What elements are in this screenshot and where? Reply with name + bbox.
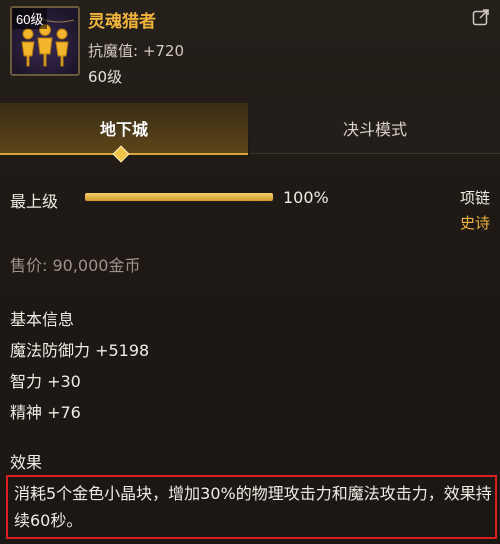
tab-dungeon-label: 地下城 (99, 120, 148, 139)
upgrade-progress-text: 100% (283, 188, 329, 207)
rarity-label: 史诗 (460, 214, 491, 232)
stat-line: 智力 +30 (10, 372, 81, 391)
upgrade-level-label: 最上级 (10, 192, 59, 211)
mode-tabs: 地下城 决斗模式 (0, 103, 500, 163)
upgrade-progress-bar (85, 193, 273, 201)
tab-duel-mode-label: 决斗模式 (342, 120, 407, 139)
equipment-slot: 项链 (460, 189, 491, 207)
required-level: 60级 (88, 68, 123, 86)
upgrade-progress-fill (85, 193, 273, 201)
item-name: 灵魂猎者 (88, 12, 156, 32)
tab-dungeon[interactable]: 地下城 (0, 103, 248, 155)
stat-line: 魔法防御力 +5198 (10, 341, 150, 360)
basic-info-title: 基本信息 (10, 310, 75, 329)
item-icon: 60级 (10, 6, 80, 76)
effect-title: 效果 (10, 453, 43, 472)
item-tooltip-panel: 60级 灵魂猎者 抗魔值: +720 60级 地下城 决斗模式 最上级 100%… (0, 0, 500, 544)
sell-price: 售价: 90,000金币 (10, 256, 141, 275)
effect-description: 消耗5个金色小晶块，增加30%的物理攻击力和魔法攻击力，效果持续60秒。 (14, 484, 492, 530)
share-icon[interactable] (472, 8, 490, 26)
tab-duel-mode[interactable]: 决斗模式 (250, 103, 500, 154)
magic-resist-value: 抗魔值: +720 (88, 42, 185, 60)
stat-line: 精神 +76 (10, 403, 81, 422)
level-badge: 60级 (12, 8, 48, 29)
